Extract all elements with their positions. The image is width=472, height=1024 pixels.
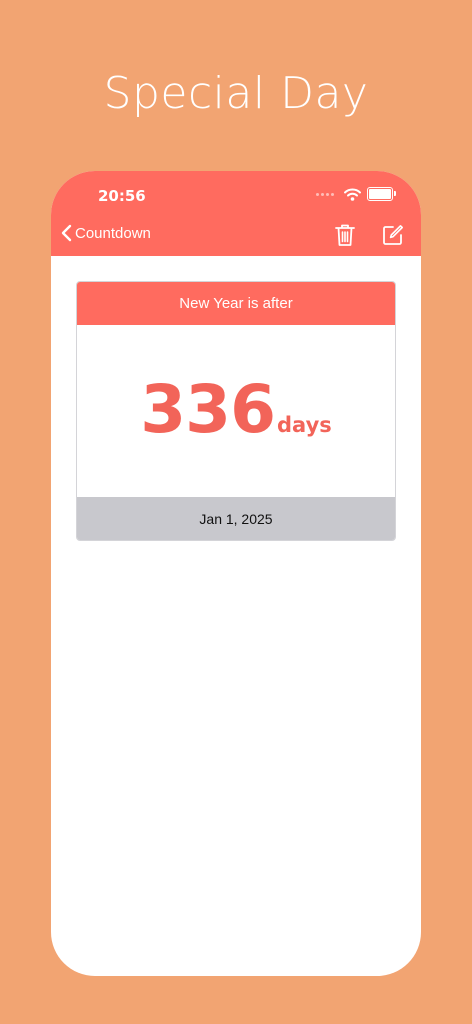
countdown-value: 336 days [140,371,332,448]
signal-dots-icon [316,192,334,196]
phone-screen: 20:56 Countdown New Year is after 336 da… [51,171,421,976]
countdown-unit: days [277,412,332,437]
edit-icon [383,225,403,245]
status-time: 20:56 [98,187,146,205]
battery-icon [367,187,396,201]
trash-icon [335,224,355,246]
delete-button[interactable] [333,222,357,248]
back-label: Countdown [75,224,151,242]
status-icons [316,187,396,201]
countdown-number: 336 [140,370,276,448]
back-button[interactable]: Countdown [61,224,151,242]
wifi-icon [344,188,361,201]
countdown-target-date: Jan 1, 2025 [77,497,395,540]
app-headline: Special Day [103,68,369,119]
countdown-card[interactable]: New Year is after 336 days Jan 1, 2025 [76,281,396,541]
edit-button[interactable] [381,222,405,248]
countdown-body: 336 days [77,325,395,497]
chevron-left-icon [61,224,72,242]
navigation-header: 20:56 Countdown [51,171,421,256]
countdown-event-title: New Year is after [77,282,395,325]
